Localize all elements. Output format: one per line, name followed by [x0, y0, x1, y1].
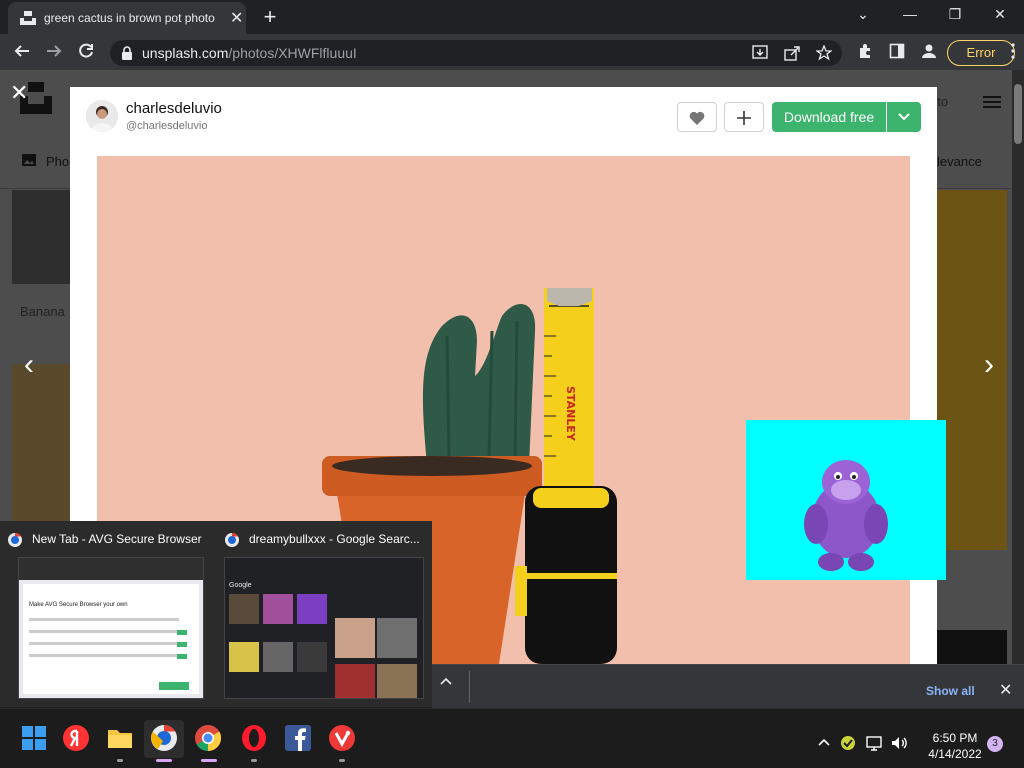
- photos-icon: [22, 154, 36, 166]
- avg-secure-browser-icon[interactable]: [150, 724, 178, 752]
- preview-heading: Make AVG Secure Browser your own: [29, 602, 128, 608]
- restore-button[interactable]: ❐: [940, 6, 970, 23]
- nav-photos-label[interactable]: Pho: [46, 154, 69, 169]
- preview-title[interactable]: dreamybullxxx - Google Searc...: [249, 532, 420, 546]
- preview-title[interactable]: New Tab - AVG Secure Browser: [32, 532, 202, 546]
- photographer-name[interactable]: charlesdeluvio: [126, 100, 222, 117]
- address-bar[interactable]: unsplash.com/photos/XHWFlfluuuI: [110, 40, 842, 66]
- avatar[interactable]: [86, 100, 118, 132]
- running-indicator: [156, 759, 172, 762]
- chrome-menu-icon[interactable]: [1002, 42, 1024, 64]
- purple-gorilla-icon: [804, 460, 888, 571]
- chevron-down-icon: [898, 113, 910, 121]
- tab-close-icon[interactable]: ✕: [230, 8, 243, 28]
- share-icon[interactable]: [784, 45, 800, 61]
- hamburger-menu-icon[interactable]: [983, 96, 1001, 98]
- photo-tile[interactable]: [12, 364, 70, 526]
- tray-overflow-chevron-icon[interactable]: [818, 738, 830, 746]
- related-search-tag[interactable]: Banana: [20, 304, 65, 319]
- scrollbar-thumb[interactable]: [1014, 84, 1022, 144]
- downloads-divider: [469, 671, 470, 703]
- preview-thumbnail[interactable]: Google: [224, 557, 424, 699]
- overlay-image[interactable]: [746, 420, 946, 580]
- next-photo-arrow-icon[interactable]: ›: [984, 348, 994, 382]
- yandex-browser-icon[interactable]: [62, 724, 90, 752]
- photo-tile[interactable]: [937, 190, 1007, 550]
- photographer-handle[interactable]: @charlesdeluvio: [126, 120, 208, 132]
- file-explorer-icon[interactable]: [106, 724, 134, 752]
- facebook-icon[interactable]: [284, 724, 312, 752]
- page-scrollbar[interactable]: [1012, 70, 1024, 664]
- clock-time: 6:50 PM: [932, 731, 978, 745]
- tab-unsplash[interactable]: green cactus in brown pot photo ✕: [8, 2, 246, 34]
- windows-start-icon[interactable]: [20, 724, 48, 752]
- new-tab-button[interactable]: +: [258, 4, 282, 30]
- url-text: unsplash.com/photos/XHWFlfluuuI: [142, 45, 357, 61]
- bookmark-star-icon[interactable]: [816, 45, 832, 61]
- heart-icon: [689, 111, 705, 125]
- extensions-icon[interactable]: [854, 42, 876, 64]
- downloads-close-icon[interactable]: ✕: [999, 680, 1012, 700]
- photo-tile[interactable]: [937, 630, 1007, 664]
- running-indicator: [201, 759, 217, 762]
- download-options-button[interactable]: [887, 102, 921, 132]
- unsplash-favicon-icon: [20, 11, 36, 25]
- back-arrow-icon[interactable]: [11, 42, 33, 64]
- running-indicator: [117, 759, 123, 762]
- preview-thumbnail[interactable]: Make AVG Secure Browser your own: [18, 557, 204, 699]
- sort-relevance-label[interactable]: levance: [937, 154, 982, 169]
- avg-browser-icon: [8, 533, 22, 547]
- google-chrome-icon[interactable]: [194, 724, 222, 752]
- running-indicator: [339, 759, 345, 762]
- minimize-button[interactable]: —: [895, 6, 925, 22]
- clock-date: 4/14/2022: [928, 747, 982, 761]
- network-icon[interactable]: [866, 735, 884, 751]
- lock-icon[interactable]: [120, 45, 134, 61]
- add-to-collection-button[interactable]: [724, 102, 764, 132]
- forward-arrow-icon[interactable]: [43, 42, 65, 64]
- plus-icon: [737, 111, 751, 125]
- notification-badge[interactable]: 3: [987, 736, 1003, 752]
- opera-icon[interactable]: [240, 724, 268, 752]
- taskbar-clock[interactable]: 6:50 PM 4/14/2022: [920, 730, 990, 762]
- profile-icon[interactable]: [918, 42, 940, 64]
- tape-brand-label: STANLEY: [564, 386, 577, 442]
- preview-heading: Google: [229, 582, 252, 589]
- reload-icon[interactable]: [75, 42, 97, 64]
- tray-app-icon[interactable]: [840, 735, 856, 751]
- modal-close-icon[interactable]: ✕: [10, 80, 28, 106]
- chevron-up-icon[interactable]: [440, 677, 452, 685]
- vivaldi-icon[interactable]: [328, 724, 356, 752]
- like-button[interactable]: [677, 102, 717, 132]
- photo-tile[interactable]: [12, 190, 70, 284]
- download-free-button[interactable]: Download free: [772, 102, 886, 132]
- previous-photo-arrow-icon[interactable]: ‹: [24, 348, 34, 382]
- tab-title: green cactus in brown pot photo: [44, 11, 215, 25]
- volume-icon[interactable]: [890, 735, 910, 751]
- avg-browser-icon: [225, 533, 239, 547]
- running-indicator: [251, 759, 257, 762]
- install-app-icon[interactable]: [752, 45, 768, 61]
- tab-search-icon[interactable]: ⌄: [848, 6, 878, 23]
- side-panel-icon[interactable]: [886, 42, 908, 64]
- show-all-downloads-link[interactable]: Show all: [926, 684, 975, 698]
- window-close-button[interactable]: ✕: [985, 6, 1015, 23]
